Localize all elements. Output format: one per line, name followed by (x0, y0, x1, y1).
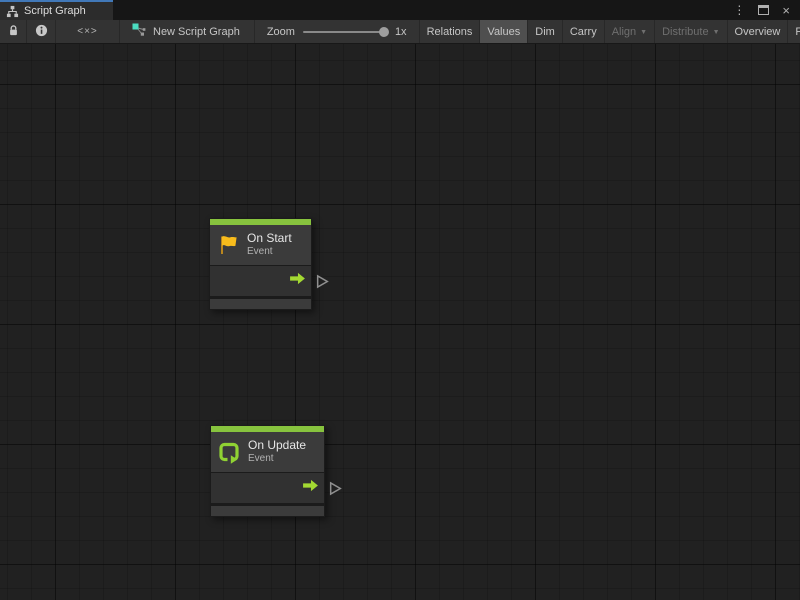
graph-network-icon (132, 23, 146, 40)
zoom-label: Zoom (267, 26, 295, 38)
graph-hierarchy-icon (6, 5, 19, 18)
chevron-down-icon: ▼ (640, 29, 647, 36)
info-icon (35, 24, 48, 40)
flow-output-arrow-icon[interactable] (301, 479, 320, 497)
node-on-update[interactable]: On Update Event (210, 425, 325, 517)
node-footer (211, 506, 324, 516)
toolbar-button-carry[interactable]: Carry (562, 20, 604, 43)
code-toggle-label: <×> (77, 26, 98, 37)
close-icon[interactable]: × (782, 4, 790, 17)
button-label: Full Screen (795, 26, 800, 38)
node-port-row (211, 473, 324, 503)
tab-bar-spacer (113, 0, 733, 20)
code-toggle-button[interactable]: <×> (56, 20, 120, 43)
zoom-slider[interactable] (303, 31, 387, 33)
node-titles: On Update Event (248, 438, 306, 466)
node-header: On Update Event (211, 432, 324, 472)
button-label: Distribute (662, 26, 708, 38)
flow-output-arrow-icon[interactable] (288, 272, 307, 290)
lock-button[interactable] (0, 20, 27, 43)
button-label: Align (612, 26, 636, 38)
toolbar-button-align: Align ▼ (604, 20, 654, 43)
zoom-value: 1x (395, 26, 407, 38)
chevron-down-icon: ▼ (713, 29, 720, 36)
toolbar-button-relations[interactable]: Relations (419, 20, 480, 43)
button-label: Dim (535, 26, 555, 38)
maximize-icon[interactable] (758, 5, 769, 15)
node-subtitle: Event (247, 246, 292, 259)
toolbar-button-dim[interactable]: Dim (527, 20, 562, 43)
loop-icon (217, 440, 241, 464)
toolbar-button-distribute: Distribute ▼ (654, 20, 726, 43)
button-label: Overview (735, 26, 781, 38)
overflow-menu-icon[interactable]: ⋮ (733, 4, 745, 16)
tab-label: Script Graph (24, 5, 86, 17)
lock-icon (8, 24, 19, 40)
new-script-graph-label: New Script Graph (153, 26, 240, 38)
button-label: Carry (570, 26, 597, 38)
flow-port-triangle[interactable] (329, 481, 342, 496)
script-graph-window: Script Graph ⋮ × (0, 0, 800, 600)
button-label: Relations (427, 26, 473, 38)
graph-toolbar: <×> New Script Graph Zoom 1x Relations (0, 20, 800, 44)
window-controls: ⋮ × (733, 0, 800, 20)
new-script-graph-button[interactable]: New Script Graph (120, 20, 255, 43)
button-label: Values (487, 26, 520, 38)
tab-bar: Script Graph ⋮ × (0, 0, 800, 20)
node-title: On Update (248, 438, 306, 453)
flag-icon (216, 233, 240, 257)
graph-canvas[interactable]: On Start Event (0, 44, 800, 600)
toolbar-button-values[interactable]: Values (479, 20, 527, 43)
toolbar-button-full-screen[interactable]: Full Screen (787, 20, 800, 43)
zoom-slider-handle[interactable] (379, 27, 389, 37)
node-subtitle: Event (248, 453, 306, 466)
info-button[interactable] (27, 20, 56, 43)
node-titles: On Start Event (247, 231, 292, 259)
node-footer (210, 299, 311, 309)
toolbar-button-overview[interactable]: Overview (727, 20, 788, 43)
node-port-row (210, 266, 311, 296)
flow-port-triangle[interactable] (316, 274, 329, 289)
node-header: On Start Event (210, 225, 311, 265)
zoom-control: Zoom 1x (255, 20, 419, 43)
node-on-start[interactable]: On Start Event (209, 218, 312, 310)
tab-script-graph[interactable]: Script Graph (0, 0, 113, 20)
node-title: On Start (247, 231, 292, 246)
